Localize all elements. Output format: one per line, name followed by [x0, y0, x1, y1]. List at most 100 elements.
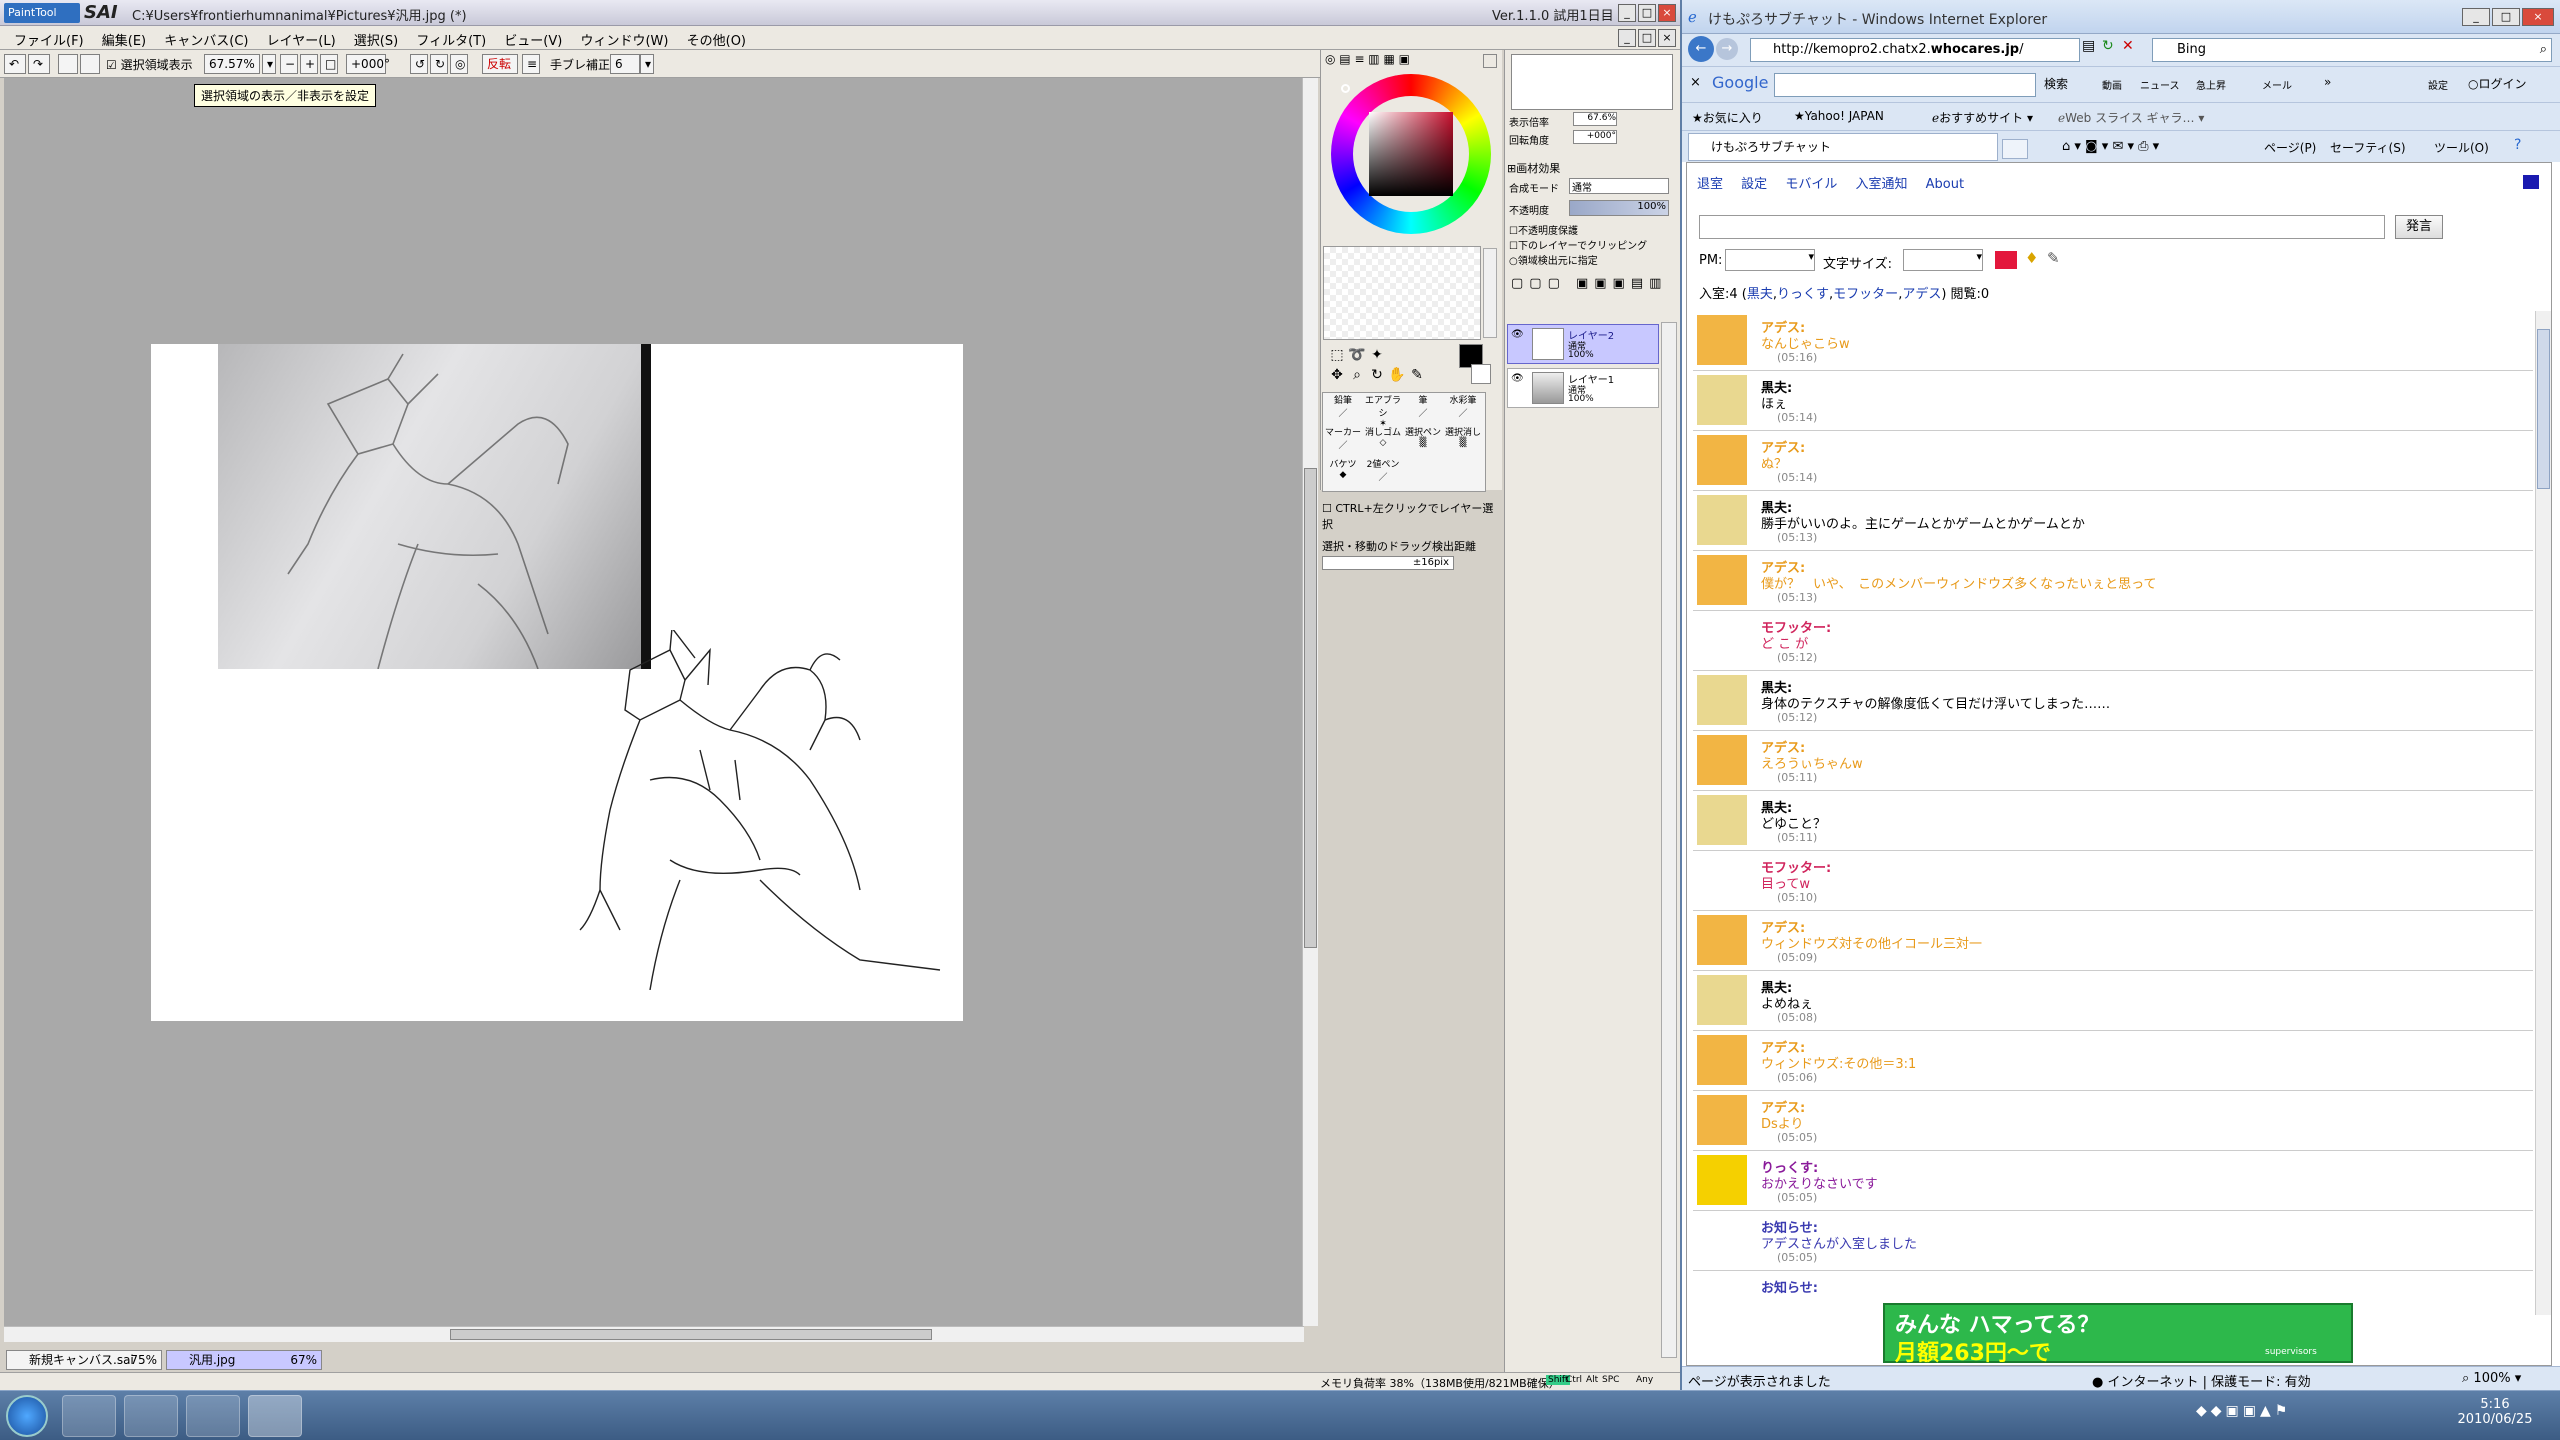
ie-taskbar-icon[interactable] [62, 1395, 116, 1437]
avatar[interactable] [1697, 435, 1747, 485]
nav-zoom-value[interactable]: 67.6% [1573, 112, 1617, 126]
fav-recommended[interactable]: ℯおすすめサイト ▾ [1932, 109, 2033, 126]
refresh-icon[interactable]: ↻ [2102, 38, 2122, 62]
clip-checkbox[interactable]: ☐下のレイヤーでクリッピング [1509, 237, 1647, 252]
ie-close-button[interactable]: × [2522, 8, 2554, 26]
hue-marker[interactable] [1341, 84, 1350, 93]
minimize-button[interactable]: _ [1618, 4, 1636, 22]
menu-view[interactable]: ビュー(V) [490, 26, 562, 49]
protect-opacity-checkbox[interactable]: ☐不透明度保護 [1509, 222, 1578, 237]
color-mode-icons[interactable]: ◎ ▤ ≡ ▥ ▦ ▣ [1325, 52, 1410, 66]
move-tool-icon[interactable]: ✥ [1327, 366, 1347, 384]
search-icon[interactable]: ⌕ [2540, 39, 2547, 61]
zoom-field[interactable]: 67.57% [204, 54, 260, 74]
maximize-button[interactable]: □ [1638, 4, 1656, 22]
lasso-tool-icon[interactable]: ➰ [1347, 346, 1367, 364]
drag-distance-slider[interactable]: ±16pix [1322, 556, 1454, 570]
avatar[interactable] [1697, 1095, 1747, 1145]
help-icon[interactable]: ? [2514, 137, 2521, 153]
saturation-value-square[interactable] [1369, 112, 1453, 196]
google-mail-button[interactable]: メール [2262, 77, 2292, 92]
google-search-button[interactable]: 検索 [2044, 75, 2068, 92]
selection-display-toggle[interactable]: ☑ 選択領域表示 [106, 56, 193, 73]
avatar[interactable] [1697, 615, 1747, 665]
favorites-button[interactable]: ★お気に入り [1692, 109, 1763, 126]
tool-watercolor[interactable]: 水彩筆／ [1443, 393, 1483, 425]
new-tab-button[interactable] [2002, 139, 2028, 159]
zoom-in-button[interactable]: + [300, 54, 318, 74]
attach-icon[interactable]: ✎ [2047, 249, 2060, 267]
tool-marker[interactable]: マーカー／ [1323, 425, 1363, 457]
rotation-field[interactable]: +000° [346, 54, 390, 74]
marquee-tool-icon[interactable]: ⬚ [1327, 346, 1347, 364]
stop-icon[interactable]: ✕ [2122, 38, 2142, 62]
detect-source-checkbox[interactable]: ○領域検出元に指定 [1509, 252, 1598, 267]
tool-select-eraser[interactable]: 選択消し ▒ [1443, 425, 1483, 457]
rotate-tool-icon[interactable]: ↻ [1367, 366, 1387, 384]
send-button[interactable]: 発言 [2395, 215, 2443, 239]
rotate-left-button[interactable]: ↺ [410, 54, 428, 74]
google-settings-button[interactable]: 設定 [2428, 77, 2448, 92]
scratchpad[interactable] [1323, 246, 1481, 340]
avatar[interactable] [1697, 975, 1747, 1025]
doc-maximize-button[interactable]: □ [1638, 29, 1656, 47]
layer-action-icons[interactable]: ▢▢▢ ▣▣▣▤▥ [1511, 276, 1667, 291]
avatar[interactable] [1697, 735, 1747, 785]
menu-edit[interactable]: 編集(E) [88, 26, 146, 49]
doc-tab-active[interactable]: 汎用.jpg 67% [166, 1350, 322, 1370]
tool-select-pen[interactable]: 選択ペン ▒ [1403, 425, 1443, 457]
deselect-button[interactable] [58, 54, 78, 74]
tool-brush[interactable]: 筆／ [1403, 393, 1443, 425]
command-icons[interactable]: ⌂ ▾ ◙ ▾ ✉ ▾ ⎙ ▾ [2062, 139, 2159, 154]
avatar[interactable] [1697, 675, 1747, 725]
more-chevron-icon[interactable]: » [2324, 75, 2331, 89]
zoom-tool-icon[interactable]: ⌕ [1347, 366, 1367, 384]
google-search-input[interactable] [1774, 73, 2036, 97]
back-button-icon[interactable]: ← [1688, 36, 1714, 62]
message-input[interactable] [1699, 215, 2385, 239]
avatar[interactable] [1697, 795, 1747, 845]
explorer-taskbar-icon[interactable] [124, 1395, 178, 1437]
member-link[interactable]: りっくす [1777, 287, 1829, 302]
stabilizer-dropdown[interactable]: ▾ [640, 54, 654, 74]
tool-binary-pen[interactable]: 2値ペン／ [1363, 457, 1403, 489]
nav-settings[interactable]: 設定 [1741, 177, 1767, 192]
menu-filter[interactable]: フィルタ(T) [402, 26, 486, 49]
navigator-preview[interactable] [1511, 54, 1673, 110]
pm-select[interactable]: ▾ [1725, 249, 1815, 271]
magic-wand-icon[interactable]: ✦ [1367, 346, 1387, 364]
zoom-out-button[interactable]: − [280, 54, 298, 74]
nav-angle-value[interactable]: +000° [1573, 130, 1617, 144]
page-menu[interactable]: ページ(P) [2264, 139, 2316, 156]
hand-tool-icon[interactable]: ✋ [1387, 366, 1407, 384]
forward-button-icon[interactable]: → [1716, 38, 1738, 60]
font-size-select[interactable]: ▾ [1903, 249, 1983, 271]
fav-web-slice[interactable]: ℯWeb スライス ギャラ… ▾ [2058, 109, 2204, 126]
stabilizer-value[interactable]: 6 [610, 54, 640, 74]
member-link[interactable]: 黒夫 [1747, 287, 1773, 302]
redo-button[interactable]: ↷ [28, 54, 50, 74]
tool-eraser[interactable]: 消しゴム ◇ [1363, 425, 1403, 457]
google-video-button[interactable]: 動画 [2102, 77, 2122, 92]
ctrl-click-layer-select[interactable]: ☐ CTRL+左クリックでレイヤー選択 [1322, 500, 1502, 532]
nav-entry-notify[interactable]: 入室通知 [1855, 177, 1907, 192]
emoticon-icon[interactable]: ♦ [2025, 249, 2038, 267]
media-player-taskbar-icon[interactable] [186, 1395, 240, 1437]
rotate-right-button[interactable]: ↻ [430, 54, 448, 74]
start-button[interactable] [6, 1395, 48, 1437]
toolbar-close-icon[interactable]: × [1690, 75, 1701, 90]
menu-other[interactable]: その他(O) [673, 26, 746, 49]
eye-icon[interactable]: 👁 [1511, 329, 1524, 340]
tool-pencil[interactable]: 鉛筆／ [1323, 393, 1363, 425]
zoom-control[interactable]: ⌕ 100% ▾ [2462, 1371, 2521, 1386]
eyedropper-icon[interactable]: ✎ [1407, 366, 1427, 384]
paper-effects-toggle[interactable]: ⊞画材効果 [1507, 160, 1560, 176]
google-trends-button[interactable]: 急上昇 [2196, 77, 2226, 92]
menu-canvas[interactable]: キャンバス(C) [150, 26, 248, 49]
google-news-button[interactable]: ニュース [2140, 77, 2180, 92]
canvas-horizontal-scrollbar[interactable] [4, 1326, 1304, 1342]
nav-leave[interactable]: 退室 [1697, 177, 1723, 192]
doc-close-button[interactable]: × [1658, 29, 1676, 47]
ie-maximize-button[interactable]: □ [2492, 8, 2520, 26]
menu-file[interactable]: ファイル(F) [0, 26, 84, 49]
